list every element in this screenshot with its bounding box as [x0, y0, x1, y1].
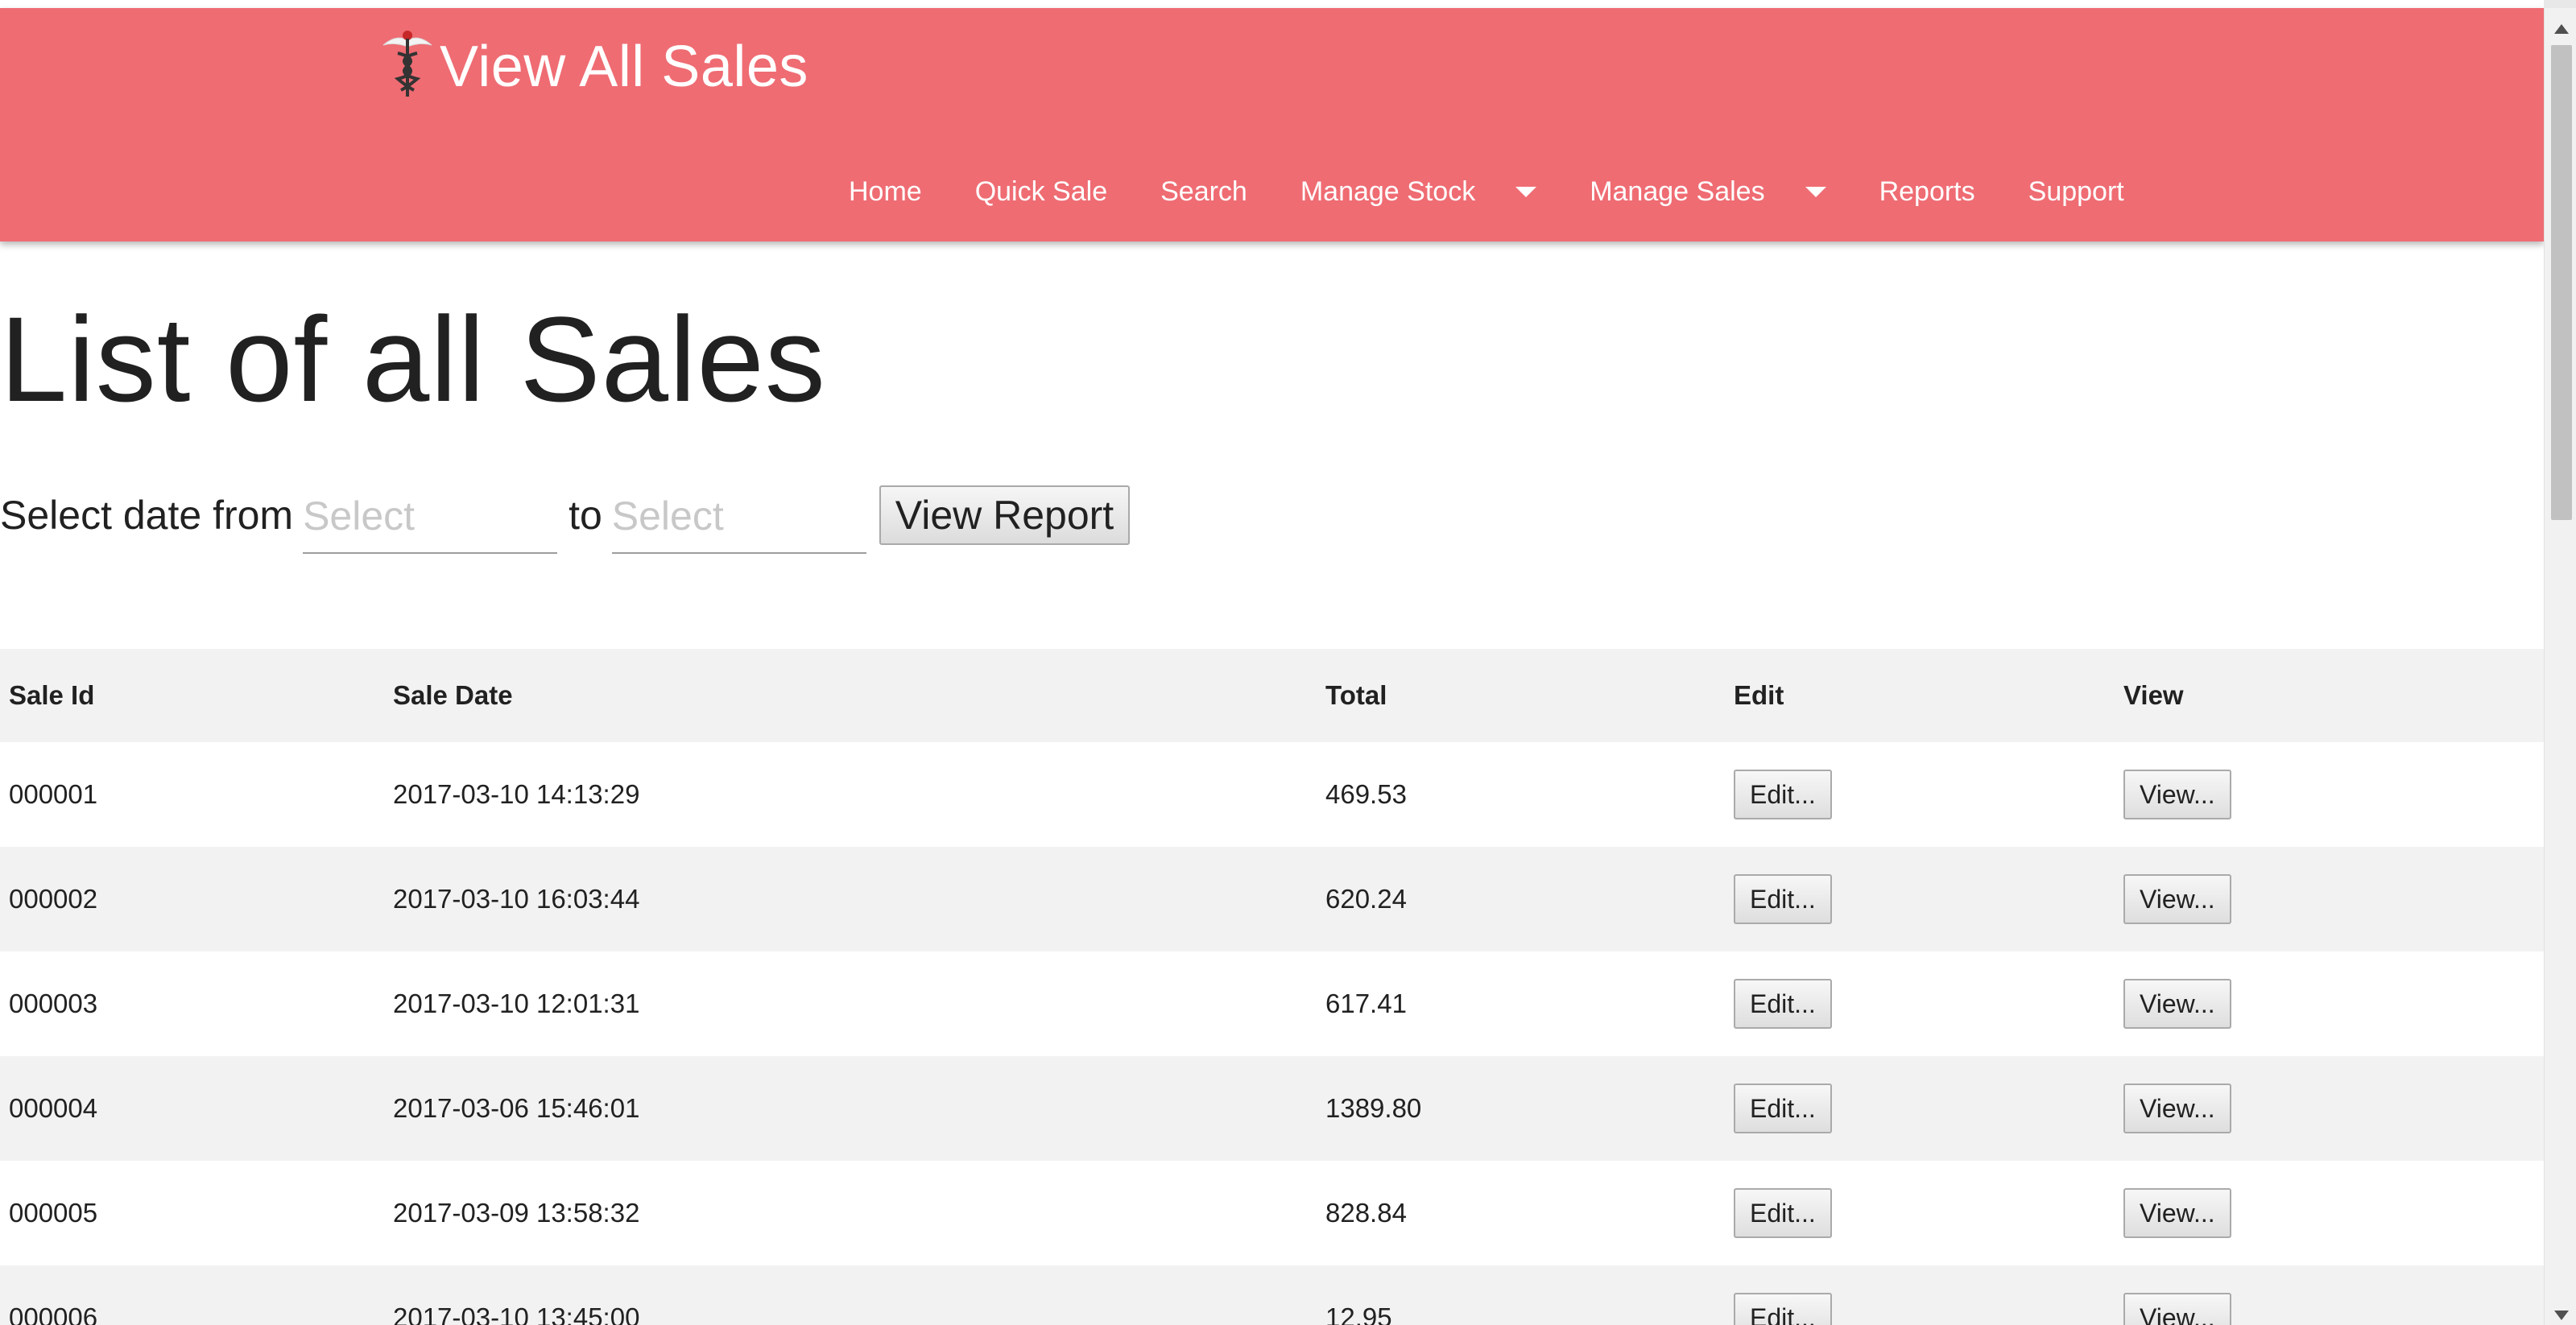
- sale-total-cell: 1389.80: [1317, 1056, 1725, 1161]
- nav-home[interactable]: Home: [849, 176, 922, 208]
- table-row: 000006 2017-03-10 13:45:00 12.95 Edit...…: [0, 1265, 2544, 1325]
- date-filter: Select date from to View Report: [0, 475, 1131, 555]
- view-button[interactable]: View...: [2123, 1293, 2231, 1325]
- page-viewport: View All Sales Home Quick Sale Search Ma…: [0, 0, 2544, 1325]
- edit-button[interactable]: Edit...: [1734, 1084, 1832, 1133]
- view-button[interactable]: View...: [2123, 1084, 2231, 1133]
- edit-cell: Edit...: [1725, 1161, 2115, 1265]
- sale-id-cell: 000006: [0, 1265, 384, 1325]
- sale-id-cell: 000002: [0, 847, 384, 951]
- view-button[interactable]: View...: [2123, 1188, 2231, 1238]
- sale-total-cell: 469.53: [1317, 742, 1725, 847]
- scrollbar-thumb[interactable]: [2551, 45, 2572, 520]
- date-to-label: to: [569, 493, 602, 538]
- app-title: View All Sales: [440, 35, 808, 99]
- view-report-button[interactable]: View Report: [879, 485, 1131, 545]
- edit-cell: Edit...: [1725, 1265, 2115, 1325]
- table-header-row: Sale Id Sale Date Total Edit View: [0, 649, 2544, 742]
- nav-support[interactable]: Support: [2028, 176, 2124, 208]
- nav-manage-stock-label: Manage Stock: [1300, 175, 1476, 207]
- sale-id-cell: 000005: [0, 1161, 384, 1265]
- edit-cell: Edit...: [1725, 1056, 2115, 1161]
- sale-id-cell: 000004: [0, 1056, 384, 1161]
- view-cell: View...: [2115, 742, 2544, 847]
- app-header: View All Sales Home Quick Sale Search Ma…: [0, 8, 2544, 241]
- sale-date-cell: 2017-03-10 16:03:44: [384, 847, 1317, 951]
- caret-down-icon: [1515, 186, 1537, 197]
- column-header-edit: Edit: [1725, 649, 2115, 742]
- main-nav: Home Quick Sale Search Manage Stock Mana…: [849, 166, 2177, 217]
- column-header-view: View: [2115, 649, 2544, 742]
- caduceus-icon: [382, 31, 432, 97]
- view-button[interactable]: View...: [2123, 979, 2231, 1029]
- scroll-down-arrow-icon[interactable]: [2554, 1311, 2569, 1320]
- column-header-sale-id: Sale Id: [0, 649, 384, 742]
- nav-reports-label: Reports: [1879, 175, 1975, 207]
- edit-button[interactable]: Edit...: [1734, 874, 1832, 924]
- sale-date-cell: 2017-03-06 15:46:01: [384, 1056, 1317, 1161]
- sale-total-cell: 12.95: [1317, 1265, 1725, 1325]
- date-from-label: Select date from: [0, 493, 294, 538]
- nav-manage-sales[interactable]: Manage Sales: [1590, 176, 1826, 208]
- table-row: 000003 2017-03-10 12:01:31 617.41 Edit..…: [0, 951, 2544, 1056]
- vertical-scrollbar[interactable]: [2544, 8, 2576, 1325]
- date-to-input[interactable]: [611, 477, 866, 554]
- sale-date-cell: 2017-03-10 14:13:29: [384, 742, 1317, 847]
- nav-quick-sale-label: Quick Sale: [974, 175, 1108, 207]
- edit-cell: Edit...: [1725, 742, 2115, 847]
- edit-cell: Edit...: [1725, 951, 2115, 1056]
- edit-button[interactable]: Edit...: [1734, 770, 1832, 819]
- table-row: 000001 2017-03-10 14:13:29 469.53 Edit..…: [0, 742, 2544, 847]
- sale-date-cell: 2017-03-10 13:45:00: [384, 1265, 1317, 1325]
- sale-date-cell: 2017-03-09 13:58:32: [384, 1161, 1317, 1265]
- page-heading: List of all Sales: [0, 291, 826, 427]
- caret-down-icon: [1805, 186, 1826, 197]
- nav-home-label: Home: [849, 175, 922, 207]
- edit-button[interactable]: Edit...: [1734, 1293, 1832, 1325]
- nav-search-label: Search: [1160, 175, 1247, 207]
- view-button[interactable]: View...: [2123, 770, 2231, 819]
- edit-button[interactable]: Edit...: [1734, 1188, 1832, 1238]
- nav-search[interactable]: Search: [1160, 176, 1247, 208]
- edit-button[interactable]: Edit...: [1734, 979, 1832, 1029]
- nav-manage-stock[interactable]: Manage Stock: [1300, 175, 1537, 208]
- nav-reports[interactable]: Reports: [1879, 176, 1975, 208]
- nav-support-label: Support: [2028, 175, 2124, 207]
- sale-date-cell: 2017-03-10 12:01:31: [384, 951, 1317, 1056]
- sale-total-cell: 617.41: [1317, 951, 1725, 1056]
- view-cell: View...: [2115, 951, 2544, 1056]
- column-header-total: Total: [1317, 649, 1725, 742]
- view-cell: View...: [2115, 1056, 2544, 1161]
- sale-total-cell: 620.24: [1317, 847, 1725, 951]
- date-from-input[interactable]: [303, 477, 558, 554]
- table-row: 000004 2017-03-06 15:46:01 1389.80 Edit.…: [0, 1056, 2544, 1161]
- sale-total-cell: 828.84: [1317, 1161, 1725, 1265]
- table-row: 000002 2017-03-10 16:03:44 620.24 Edit..…: [0, 847, 2544, 951]
- edit-cell: Edit...: [1725, 847, 2115, 951]
- view-button[interactable]: View...: [2123, 874, 2231, 924]
- table-row: 000005 2017-03-09 13:58:32 828.84 Edit..…: [0, 1161, 2544, 1265]
- nav-manage-sales-label: Manage Sales: [1590, 175, 1765, 207]
- view-cell: View...: [2115, 847, 2544, 951]
- sale-id-cell: 000003: [0, 951, 384, 1056]
- view-cell: View...: [2115, 1265, 2544, 1325]
- nav-quick-sale[interactable]: Quick Sale: [975, 176, 1107, 208]
- column-header-sale-date: Sale Date: [384, 649, 1317, 742]
- scroll-up-arrow-icon[interactable]: [2554, 24, 2569, 34]
- sale-id-cell: 000001: [0, 742, 384, 847]
- view-cell: View...: [2115, 1161, 2544, 1265]
- sales-table: Sale Id Sale Date Total Edit View 000001…: [0, 649, 2544, 1325]
